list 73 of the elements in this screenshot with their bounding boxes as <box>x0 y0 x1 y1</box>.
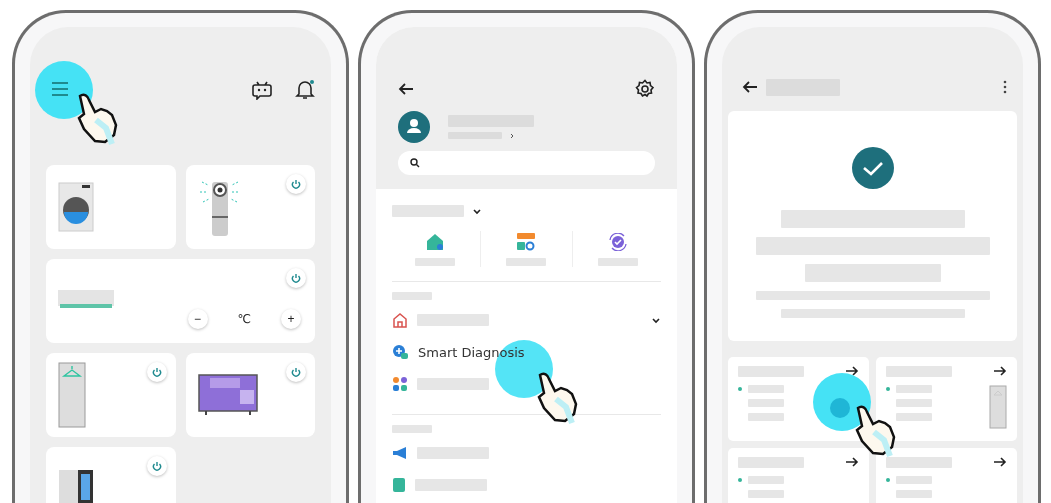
placeholder-bar <box>748 413 784 421</box>
status-dot-icon <box>886 478 890 482</box>
increase-button[interactable]: + <box>281 309 301 329</box>
status-dot-icon <box>886 387 890 391</box>
arrow-right-icon[interactable] <box>993 456 1007 468</box>
placeholder-bar <box>392 292 432 300</box>
power-icon <box>291 179 301 189</box>
appliance-card[interactable] <box>46 165 176 249</box>
arrow-right-icon[interactable] <box>845 365 859 377</box>
placeholder-bar <box>896 413 932 421</box>
menu-icon[interactable] <box>50 81 70 97</box>
dashboard-icon[interactable] <box>517 232 536 251</box>
decrease-button[interactable]: − <box>187 309 208 329</box>
power-icon <box>291 367 301 377</box>
house-icon <box>392 312 408 328</box>
placeholder-bar <box>748 490 784 498</box>
power-button[interactable] <box>146 456 167 476</box>
chevron-right-icon[interactable] <box>510 132 515 139</box>
placeholder-bar <box>417 314 489 326</box>
placeholder-bar <box>392 425 432 433</box>
placeholder-bar <box>738 456 804 468</box>
placeholder-bar <box>598 257 639 266</box>
search-icon <box>410 158 420 168</box>
placeholder-bar <box>748 476 784 484</box>
placeholder-bar <box>748 385 784 393</box>
search-field[interactable] <box>398 151 655 175</box>
placeholder-bar <box>506 257 547 266</box>
avatar-icon[interactable] <box>398 111 430 143</box>
placeholder-bar <box>417 378 489 390</box>
notification-bell-icon[interactable] <box>295 78 315 100</box>
placeholder-bar <box>415 479 487 491</box>
placeholder-bar <box>896 476 932 484</box>
back-arrow-icon[interactable] <box>742 80 758 94</box>
status-dot-icon <box>738 478 742 482</box>
power-button[interactable] <box>286 362 306 382</box>
placeholder-bar <box>748 399 784 407</box>
washing-machine-icon <box>58 182 94 232</box>
clothing-care-cabinet-icon <box>989 385 1007 429</box>
settings-icon[interactable] <box>635 79 655 99</box>
status-dot-icon <box>738 387 742 391</box>
more-options-icon[interactable] <box>1003 80 1007 94</box>
refrigerator-icon <box>58 469 94 503</box>
sync-check-icon[interactable] <box>608 232 629 251</box>
placeholder-bar <box>896 490 932 498</box>
power-icon <box>151 461 162 471</box>
chevron-down-icon[interactable] <box>472 207 482 215</box>
appliance-card[interactable]: − ℃ + <box>46 259 315 343</box>
checkmark-icon <box>851 147 894 189</box>
placeholder-bar <box>392 205 464 217</box>
arrow-right-icon[interactable] <box>845 456 859 468</box>
television-icon <box>197 374 258 416</box>
document-icon <box>392 477 406 493</box>
placeholder-bar <box>896 385 932 393</box>
placeholder-bar <box>414 257 455 266</box>
back-arrow-icon[interactable] <box>398 82 414 96</box>
clothing-care-cabinet-icon <box>58 362 86 428</box>
home-icon[interactable] <box>424 232 445 251</box>
apps-icon <box>392 376 408 392</box>
power-icon <box>151 367 162 377</box>
chevron-down-icon[interactable] <box>651 316 661 324</box>
megaphone-icon <box>392 446 408 460</box>
arrow-right-icon[interactable] <box>993 365 1007 377</box>
temperature-unit: ℃ <box>237 312 251 326</box>
placeholder-bar <box>886 365 952 377</box>
power-icon <box>291 273 301 283</box>
placeholder-bar <box>896 399 932 407</box>
diagnosis-icon[interactable] <box>392 344 409 360</box>
placeholder-bar <box>417 447 489 459</box>
placeholder-bar <box>886 456 952 468</box>
power-button[interactable] <box>146 362 167 382</box>
placeholder-bar <box>738 365 804 377</box>
power-button[interactable] <box>286 174 306 194</box>
power-button[interactable] <box>286 268 306 288</box>
